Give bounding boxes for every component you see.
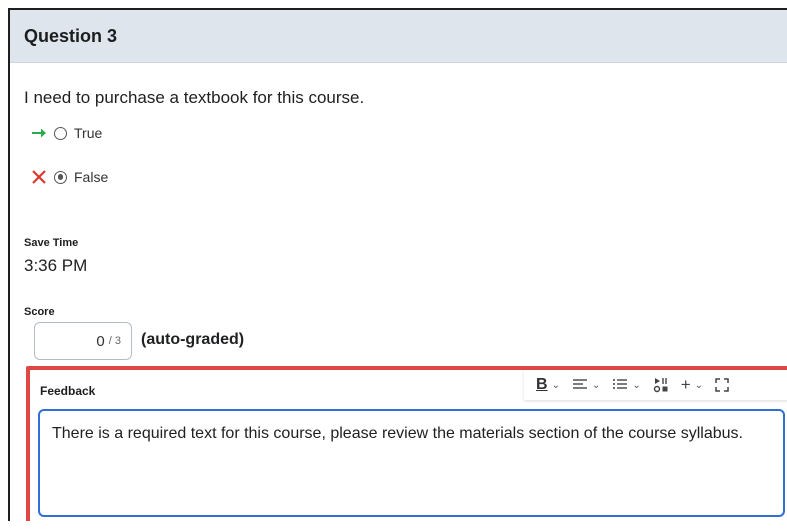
media-button[interactable] [653,377,669,393]
save-time-value: 3:36 PM [24,256,88,275]
align-icon [572,379,587,389]
fullscreen-button[interactable] [715,378,729,392]
chevron-down-icon: ⌄ [591,379,601,391]
option-false-label: False [74,169,109,185]
score-value: 0 [96,332,105,350]
fullscreen-icon [715,378,729,392]
incorrect-x-icon [28,166,50,188]
save-time-label: Save Time [24,237,79,249]
list-icon [613,379,628,389]
question-prompt: I need to purchase a textbook for this c… [24,88,365,107]
feedback-highlight: Feedback B ⌄ ⌄ ⌄ + ⌄ There is a required… [26,366,787,521]
radio-true[interactable] [54,126,67,140]
radio-false[interactable] [54,170,67,184]
insert-button[interactable]: + ⌄ [681,375,703,395]
feedback-text: There is a required text for this course… [52,425,743,442]
question-card: Question 3 I need to purchase a textbook… [8,8,787,521]
question-title: Question 3 [24,26,118,46]
feedback-editor[interactable]: There is a required text for this course… [38,409,785,517]
score-denominator: / 3 [108,335,121,347]
option-true: True [28,122,102,144]
feedback-label: Feedback [40,384,96,398]
option-false: False [28,166,108,188]
chevron-down-icon: ⌄ [632,379,641,391]
plus-icon: + [680,375,691,394]
chevron-down-icon: ⌄ [694,379,704,391]
list-button[interactable]: ⌄ [612,378,641,392]
score-input[interactable]: 0 / 3 [34,322,132,360]
align-button[interactable]: ⌄ [572,378,600,392]
score-label: Score [24,306,55,318]
media-icon [653,378,668,393]
correct-arrow-icon [28,122,50,144]
auto-graded-note: (auto-graded) [141,331,245,348]
editor-toolbar: B ⌄ ⌄ ⌄ + ⌄ [524,370,787,400]
chevron-down-icon: ⌄ [551,379,560,391]
bold-icon: B [536,376,548,393]
bold-button[interactable]: B ⌄ [536,376,560,394]
question-header: Question 3 [10,10,787,63]
option-true-label: True [74,125,103,141]
